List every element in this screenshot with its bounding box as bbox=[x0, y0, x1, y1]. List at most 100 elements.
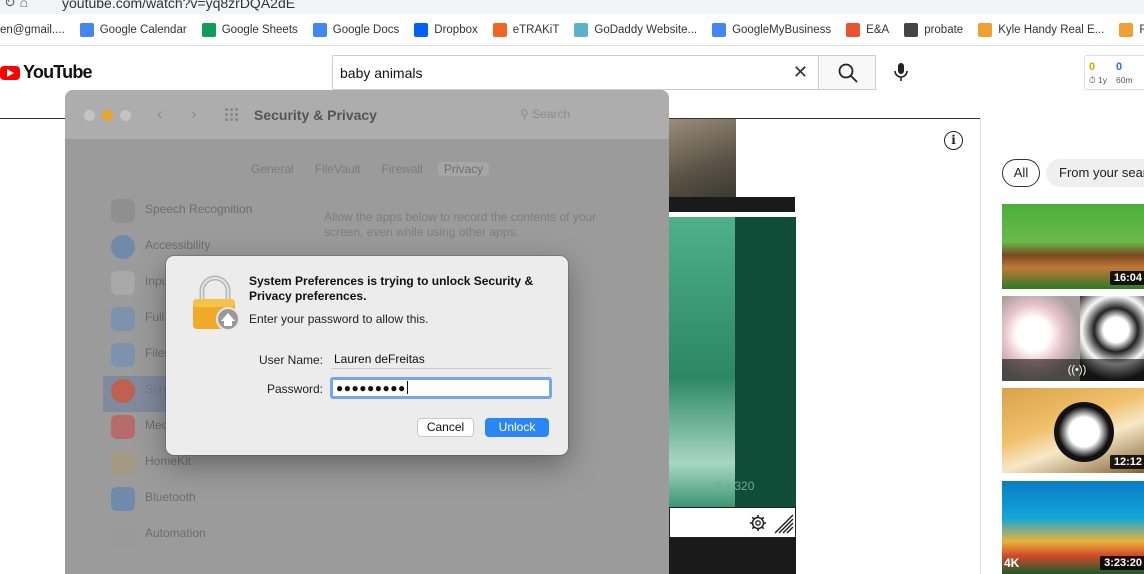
window-titlebar: ‹ › Security & Privacy ⚲ Search bbox=[65, 90, 669, 140]
search-input[interactable]: baby animals ✕ bbox=[332, 55, 819, 90]
bookmark-label: probate bbox=[924, 23, 964, 36]
bookmark-label: Kyle Handy Real E... bbox=[998, 23, 1105, 36]
sidebar-divider bbox=[980, 118, 981, 574]
bookmark-label: Google Calendar bbox=[99, 23, 187, 36]
kyle-icon bbox=[1119, 22, 1134, 37]
youtube-logo[interactable]: YouTube bbox=[0, 62, 93, 83]
related-video-thumbnail[interactable]: 4K 3:23:20 bbox=[1002, 481, 1144, 574]
bookmark-item[interactable]: Kyle Handy Real E... bbox=[978, 22, 1105, 37]
zoom-window-button[interactable] bbox=[120, 110, 131, 121]
waveform-icon bbox=[111, 199, 135, 223]
list-item-label: Med bbox=[145, 418, 169, 432]
accessibility-icon bbox=[111, 235, 135, 259]
bluetooth-icon bbox=[111, 487, 135, 511]
prefs-search-placeholder: Search bbox=[532, 107, 571, 121]
related-video-thumbnail[interactable]: ((•)) bbox=[1002, 296, 1144, 381]
bookmark-label: E&A bbox=[866, 23, 890, 36]
bookmark-item[interactable]: Google Sheets bbox=[201, 22, 298, 37]
list-item-label: Speech Recognition bbox=[145, 202, 253, 216]
tab-filevault[interactable]: FileVault bbox=[315, 162, 361, 176]
close-window-button[interactable] bbox=[84, 110, 95, 121]
ext-label-1: ⏱ 1y bbox=[1089, 75, 1107, 85]
list-item-bluetooth[interactable]: Bluetooth bbox=[103, 484, 293, 520]
folder-icon bbox=[111, 343, 135, 367]
voice-search-button[interactable] bbox=[893, 61, 909, 88]
list-item-automation[interactable]: Automation bbox=[103, 520, 293, 556]
video-duration: 3:23:20 bbox=[1100, 556, 1144, 570]
reload-icon[interactable]: ↻ ⌂ bbox=[4, 0, 28, 11]
video-controls bbox=[669, 507, 796, 538]
clear-search-icon[interactable]: ✕ bbox=[793, 62, 808, 83]
dialog-title: System Preferences is trying to unlock S… bbox=[249, 274, 534, 303]
bookmarks-bar: en@gmail.... Google Calendar Google Sheets… bbox=[0, 14, 1144, 46]
list-item-label: Inpu bbox=[145, 274, 169, 288]
bookmark-item[interactable]: GoogleMyBusiness bbox=[712, 22, 831, 37]
home-icon bbox=[111, 451, 135, 475]
youtube-wordmark: YouTube bbox=[23, 62, 93, 82]
globe-icon bbox=[904, 22, 919, 37]
bookmark-item[interactable]: Google Calendar bbox=[79, 22, 187, 37]
bookmark-item[interactable]: Google Docs bbox=[312, 22, 400, 37]
bookmark-item[interactable]: Dropbox bbox=[414, 22, 478, 37]
cancel-button[interactable]: Cancel bbox=[417, 418, 474, 437]
kyle-icon bbox=[978, 22, 993, 37]
password-label: Password: bbox=[266, 382, 323, 396]
list-item-speech-recognition[interactable]: Speech Recognition bbox=[103, 196, 293, 232]
bookmark-item[interactable]: en@gmail.... bbox=[0, 24, 65, 36]
tab-privacy[interactable]: Privacy bbox=[437, 162, 490, 176]
info-icon[interactable]: i bbox=[944, 131, 963, 150]
bookmark-item[interactable]: E&A bbox=[846, 22, 890, 37]
lock-icon bbox=[193, 275, 240, 331]
microphone-icon bbox=[894, 63, 908, 81]
forward-chevron-icon[interactable]: › bbox=[191, 104, 197, 124]
video-frame-bottom bbox=[669, 538, 796, 574]
video-dimensions: 2 x 320 bbox=[715, 479, 755, 493]
video-frame-bar bbox=[669, 197, 795, 212]
show-all-grid-icon[interactable] bbox=[225, 108, 241, 122]
bookmark-label: en@gmail.... bbox=[0, 23, 65, 36]
cat-image bbox=[1054, 402, 1114, 462]
privacy-description: Allow the apps below to record the conte… bbox=[324, 210, 597, 239]
settings-gear-icon[interactable] bbox=[749, 514, 767, 532]
bookmark-item[interactable]: eTRAKiT bbox=[492, 22, 560, 37]
related-video-thumbnail[interactable]: 12:12 bbox=[1002, 388, 1144, 473]
password-dots: ●●●●●●●●● bbox=[336, 381, 406, 395]
username-label: User Name: bbox=[258, 353, 323, 367]
minimize-window-button[interactable] bbox=[102, 110, 113, 121]
search-icon bbox=[838, 63, 858, 83]
bookmark-item[interactable]: GoDaddy Website... bbox=[574, 22, 698, 37]
related-video-thumbnail[interactable]: 16:04 bbox=[1002, 204, 1144, 289]
keyboard-icon bbox=[111, 271, 135, 295]
username-field[interactable]: Lauren deFreitas bbox=[331, 349, 551, 369]
browser-url-bar: ↻ ⌂ youtube.com/watch?v=yq8zrDQA2dE bbox=[0, 0, 1144, 14]
bookmark-item[interactable]: probate bbox=[904, 22, 964, 37]
search-button[interactable] bbox=[818, 55, 876, 90]
bookmark-label: eTRAKiT bbox=[512, 23, 560, 36]
bookmark-label: Google Docs bbox=[332, 23, 400, 36]
screen: ↻ ⌂ youtube.com/watch?v=yq8zrDQA2dE en@g… bbox=[0, 0, 1144, 574]
video-player[interactable]: 2 x 320 bbox=[669, 217, 796, 507]
unlock-button[interactable]: Unlock bbox=[485, 418, 549, 437]
bookmark-item[interactable]: Re bbox=[1119, 22, 1144, 37]
chip-all[interactable]: All bbox=[1002, 159, 1040, 187]
video-frame-top[interactable] bbox=[669, 119, 736, 197]
password-field[interactable]: ●●●●●●●●● bbox=[330, 377, 552, 399]
video-duration: 12:12 bbox=[1109, 455, 1144, 469]
youtube-play-icon bbox=[0, 65, 20, 80]
resize-handle-icon[interactable] bbox=[773, 513, 795, 535]
godaddy-icon bbox=[574, 22, 589, 37]
dropbox-icon bbox=[414, 22, 429, 37]
bookmark-label: GoDaddy Website... bbox=[594, 23, 698, 36]
search-query: baby animals bbox=[340, 65, 423, 81]
chip-from-your-search[interactable]: From your sear bbox=[1046, 159, 1144, 187]
back-chevron-icon[interactable]: ‹ bbox=[157, 104, 163, 124]
prefs-search-field[interactable]: ⚲ Search bbox=[520, 107, 570, 121]
gear-icon bbox=[111, 523, 135, 547]
screen-recording-icon bbox=[111, 379, 135, 403]
tab-general[interactable]: General bbox=[251, 162, 294, 176]
tab-firewall[interactable]: Firewall bbox=[382, 162, 423, 176]
video-duration: 16:04 bbox=[1109, 271, 1144, 285]
extension-widget[interactable]: 0 0 ⏱ 1y 60m bbox=[1084, 55, 1144, 90]
url-text[interactable]: youtube.com/watch?v=yq8zrDQA2dE bbox=[62, 0, 295, 11]
ext-label-1-text: 1y bbox=[1098, 75, 1107, 85]
